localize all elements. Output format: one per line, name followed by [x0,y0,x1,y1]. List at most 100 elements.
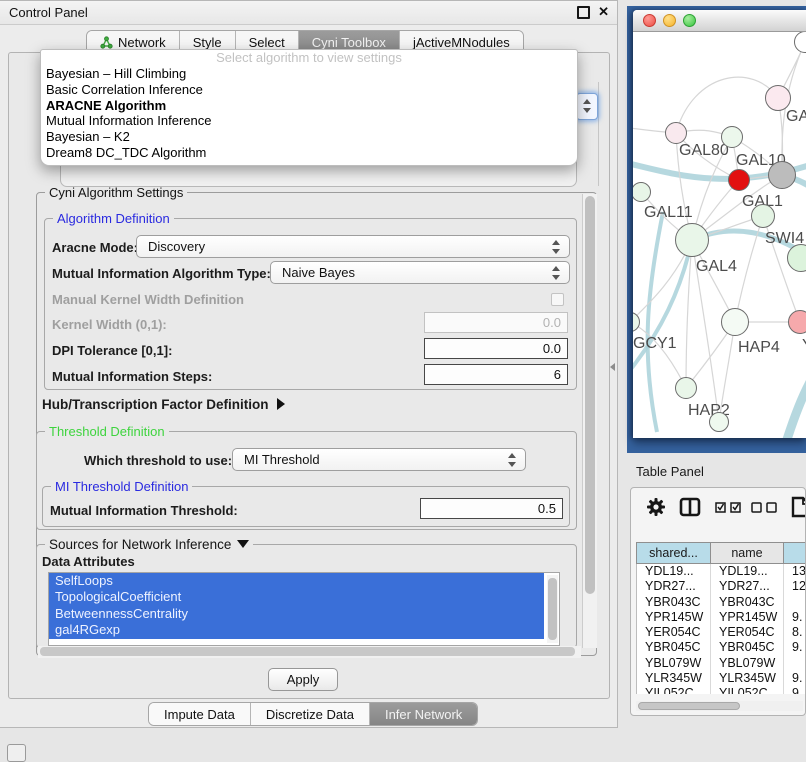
bottom-tab-label: Discretize Data [266,707,354,722]
hub-section-toggle[interactable]: Hub/Transcription Factor Definition [42,397,285,412]
attribute-item[interactable]: gal4RGexp [49,622,544,638]
attribute-items: SelfLoopsTopologicalCoefficientBetweenne… [49,573,559,639]
cell-shared-name: YLR345W [637,671,711,686]
collapse-down-icon [237,540,249,548]
which-threshold-select[interactable]: MI Threshold [232,448,526,471]
spinner-arrows-icon [551,266,560,280]
table-horizontal-scrollbar-thumb[interactable] [638,702,740,710]
attribute-item[interactable]: TopologicalCoefficient [49,589,544,605]
table-row[interactable]: YBL079W YBL079W [637,656,806,671]
close-window-icon[interactable]: ✕ [598,5,609,19]
hidden-combo-spinner[interactable] [576,93,598,120]
network-window-titlebar[interactable] [633,10,806,32]
mi-steps-label: Mutual Information Steps: [52,369,212,384]
data-attributes-list: SelfLoopsTopologicalCoefficientBetweenne… [48,572,560,646]
minimize-traffic-light[interactable] [663,14,676,27]
sources-group-title: Sources for Network Inference [49,537,231,552]
algorithm-option[interactable]: Mutual Information Inference [41,113,577,129]
bottom-tab[interactable]: Infer Network [370,703,477,725]
float-window-icon[interactable] [577,6,590,19]
attributes-scrollbar[interactable] [547,575,558,643]
cell-shared-name: YBR043C [637,595,711,610]
cell-value: 9. [784,671,806,686]
tab-label: jActiveMNodules [413,35,510,50]
network-node[interactable] [675,377,697,399]
network-node[interactable] [665,122,687,144]
network-node-label: GAL4 [696,258,737,276]
spinner-arrows-icon [551,240,560,254]
algorithm-option[interactable]: Basic Correlation Inference [41,82,577,98]
algorithm-option[interactable]: ARACNE Algorithm [41,98,577,114]
new-table-icon[interactable] [791,496,806,523]
table-panel: shared...nameA YDL19... YDL19... 13 YDR2… [630,487,806,716]
table-panel-title: Table Panel [636,464,704,479]
minimized-panel-icon[interactable] [7,744,26,762]
table-row[interactable]: YBR045C YBR045C 9. [637,640,806,655]
kernel-width-label: Kernel Width (0,1): [52,317,167,332]
aracne-mode-select[interactable]: Discovery [136,235,570,258]
select-all-icon[interactable] [715,501,743,519]
deselect-all-icon[interactable] [751,501,779,519]
mi-type-select[interactable]: Naive Bayes [270,261,570,284]
column-header[interactable]: A [783,542,806,564]
network-node[interactable] [709,412,729,432]
mi-steps-field[interactable]: 6 [424,364,568,385]
table-row[interactable]: YER054C YER054C 8. [637,625,806,640]
network-canvas[interactable]: GALGAL80GAL10GAL1GAL11GAL4SWI4GCY1HAP4YH… [633,32,806,438]
algorithm-option[interactable]: Dream8 DC_TDC Algorithm [41,145,577,161]
attributes-scrollbar-thumb[interactable] [548,578,557,640]
cell-value: 9 [784,686,806,694]
table-row[interactable]: YDL19... YDL19... 13 [637,564,806,579]
attribute-table-rows: YDL19... YDL19... 13 YDR27... YDR27... 1… [636,564,806,694]
network-node[interactable] [721,126,743,148]
gear-icon[interactable] [645,496,667,523]
settings-vertical-scrollbar[interactable] [582,194,597,648]
table-row[interactable]: YPR145W YPR145W 9. [637,610,806,625]
hub-section-label: Hub/Transcription Factor Definition [42,397,269,412]
cell-value: 12 [784,579,806,594]
zoom-traffic-light[interactable] [683,14,696,27]
algorithm-option[interactable]: Bayesian – Hill Climbing [41,66,577,82]
table-row[interactable]: YBR043C YBR043C [637,595,806,610]
kernel-width-field[interactable]: 0.0 [424,312,568,333]
table-horizontal-scrollbar[interactable] [636,701,803,711]
mi-type-value: Naive Bayes [282,265,355,280]
settings-horizontal-scrollbar[interactable] [38,646,581,658]
network-node[interactable] [721,308,749,336]
algorithm-dropdown-popup: Select algorithm to view settings Bayesi… [40,49,578,166]
network-node-label: GAL11 [644,204,693,222]
panel-splitter-handle[interactable] [610,363,615,371]
dpi-tolerance-field[interactable]: 0.0 [424,338,568,359]
network-node[interactable] [768,161,796,189]
algorithm-option[interactable]: Bayesian – K2 [41,129,577,145]
window-buttons: ✕ [577,5,609,19]
network-node[interactable] [788,310,806,334]
mi-threshold-field[interactable]: 0.5 [420,498,563,519]
aracne-mode-value: Discovery [148,239,205,254]
close-traffic-light[interactable] [643,14,656,27]
attribute-item[interactable]: BetweennessCentrality [49,606,544,622]
network-node[interactable] [751,204,775,228]
apply-button[interactable]: Apply [268,668,338,691]
network-node[interactable] [675,223,709,257]
bottom-tab[interactable]: Discretize Data [251,703,370,725]
table-row[interactable]: YLR345W YLR345W 9. [637,671,806,686]
attribute-item[interactable]: SelfLoops [49,573,544,589]
table-row[interactable]: YDR27... YDR27... 12 [637,579,806,594]
sources-group-toggle[interactable]: Sources for Network Inference [45,537,253,552]
settings-vertical-scrollbar-thumb[interactable] [585,196,595,594]
cell-shared-name: YDL19... [637,564,711,579]
split-columns-icon[interactable] [679,496,701,523]
manual-kernel-checkbox[interactable] [551,293,564,306]
table-row[interactable]: YIL052C YIL052C 9 [637,686,806,694]
cell-shared-name: YER054C [637,625,711,640]
network-node[interactable] [728,169,750,191]
cell-shared-name: YIL052C [637,686,711,694]
bottom-tab[interactable]: Impute Data [149,703,251,725]
data-attributes-label: Data Attributes [42,554,135,569]
column-header[interactable]: shared... [636,542,710,564]
settings-horizontal-scrollbar-thumb[interactable] [40,647,575,656]
bottom-tab-label: Impute Data [164,707,235,722]
column-header[interactable]: name [710,542,783,564]
algorithm-definition-title: Algorithm Definition [53,211,174,226]
